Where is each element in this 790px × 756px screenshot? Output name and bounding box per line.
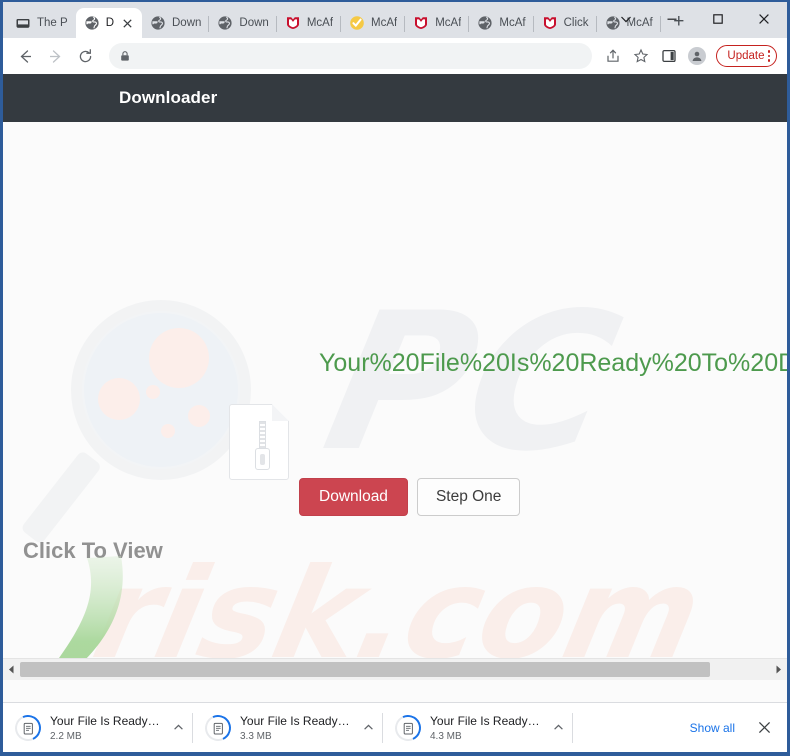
tab-label: Down [172,17,202,29]
scroll-left-arrow-icon[interactable] [3,659,20,681]
update-button[interactable]: Update [716,45,777,67]
maximize-button[interactable] [695,2,741,36]
download-file-name: Your File Is Ready T....iso [50,713,160,728]
watermark-pc: PC [309,272,636,493]
tab-label: The P [37,17,68,29]
star-icon[interactable] [628,43,654,69]
tab-label: Down [239,17,269,29]
download-shelf: Your File Is Ready T....iso 2.2 MB Your … [3,702,787,752]
zip-file-icon [229,404,289,480]
globe-icon [477,15,493,31]
browser-tab-6[interactable]: McAf [405,8,470,38]
tab-search-chevron-down-icon[interactable] [603,2,649,36]
download-item[interactable]: Your File Is Ready T....iso 4.3 MB [383,703,573,753]
zip-pull-tab [255,448,270,470]
download-file-size: 4.3 MB [430,730,462,742]
web-page: Downloader PC risk.com Your%20File%20Is%… [3,74,787,702]
download-progress-icon [11,710,45,745]
download-file-name: Your File Is Ready T....iso [240,713,350,728]
minimize-button[interactable] [649,2,695,36]
download-item[interactable]: Your File Is Ready T....iso 3.3 MB [193,703,383,753]
germ-dot [146,385,160,399]
globe-icon [217,15,233,31]
browser-tab-7[interactable]: McAf [469,8,534,38]
germ-dot [149,328,209,388]
browser-tab-5[interactable]: McAf [341,8,406,38]
close-window-button[interactable] [741,2,787,36]
close-shelf-button[interactable] [751,715,777,741]
germ-dot [98,378,140,420]
window-icon [15,15,31,31]
side-panel-icon[interactable] [656,43,682,69]
download-file-name: Your File Is Ready T....iso [430,713,540,728]
browser-tab-0[interactable]: The P [7,8,76,38]
magnifier-handle [20,449,103,545]
browser-window: The P D Down Down McAf McAf McAf McAf Cl… [0,0,790,756]
page-headline: Your%20File%20Is%20Ready%20To%20Dow [319,349,787,377]
mcafee-shield-icon [285,15,301,31]
download-file-size: 2.2 MB [50,730,82,742]
profile-avatar-icon[interactable] [684,43,710,69]
chevron-up-icon[interactable] [359,719,377,737]
download-meta: Your File Is Ready T....iso 2.2 MB [50,714,160,742]
lock-icon [119,50,131,62]
page-content: PC risk.com Your%20File%20Is%20Ready%20T… [3,122,787,680]
chevron-up-icon[interactable] [169,719,187,737]
reload-button[interactable] [71,42,99,70]
kebab-menu-icon[interactable] [767,50,770,62]
download-button[interactable]: Download [299,478,408,516]
check-badge-icon [349,15,365,31]
tab-label: McAf [306,17,334,29]
window-controls [603,2,787,36]
tab-label: McAf [435,17,462,29]
download-progress-icon [201,710,235,745]
download-meta: Your File Is Ready T....iso 4.3 MB [430,714,540,742]
site-navbar: Downloader [3,74,787,122]
forward-button[interactable] [41,42,69,70]
browser-tab-3[interactable]: Down [209,8,277,38]
scrollbar-track[interactable] [20,659,770,681]
scrollbar-thumb[interactable] [20,661,710,677]
tab-label: Click [563,17,589,29]
mcafee-shield-icon [542,15,558,31]
share-icon[interactable] [600,43,626,69]
mcafee-shield-icon [413,15,429,31]
tab-label: McAf [499,17,526,29]
tab-close-icon[interactable] [120,16,134,30]
chevron-up-icon[interactable] [549,719,567,737]
zip-teeth [259,421,266,449]
step-one-button[interactable]: Step One [416,478,521,516]
site-brand-title: Downloader [119,88,218,107]
tab-label: McAf [371,17,398,29]
globe-icon [150,15,166,31]
germ-dot [161,424,175,438]
globe-icon [84,15,100,31]
download-meta: Your File Is Ready T....iso 3.3 MB [240,714,350,742]
tab-label: D [105,17,114,29]
show-all-downloads-button[interactable]: Show all [678,714,747,742]
download-progress-icon [391,710,425,745]
browser-toolbar: Update [3,38,787,74]
update-button-label: Update [727,50,765,62]
germ-dot [188,405,210,427]
page-horizontal-scrollbar[interactable] [3,658,787,680]
browser-tab-1-active[interactable]: D [75,8,142,38]
scroll-right-arrow-icon[interactable] [770,659,787,681]
address-bar[interactable] [109,43,593,69]
page-corner [272,404,289,421]
browser-tab-8[interactable]: Click [534,8,597,38]
browser-tab-2[interactable]: Down [142,8,210,38]
tab-strip: The P D Down Down McAf McAf McAf McAf Cl… [3,2,787,38]
back-button[interactable] [11,42,39,70]
action-button-row: Download Step One [299,478,521,516]
download-item[interactable]: Your File Is Ready T....iso 2.2 MB [3,703,193,753]
browser-tab-4[interactable]: McAf [277,8,342,38]
download-divider [572,712,573,743]
download-file-size: 3.3 MB [240,730,272,742]
avatar [688,47,707,65]
